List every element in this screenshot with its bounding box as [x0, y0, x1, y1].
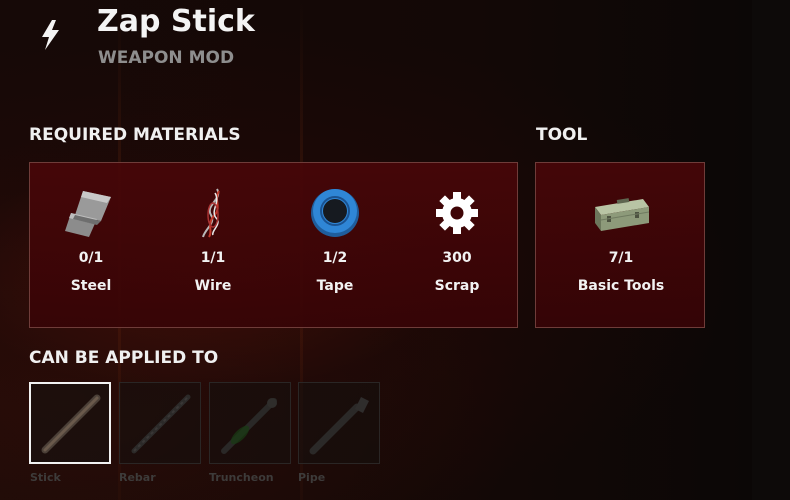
weapon-slot-truncheon[interactable] — [209, 382, 291, 464]
material-count: 1/2 — [322, 250, 348, 266]
tool-heading: TOOL — [536, 125, 588, 145]
weapon-slot-rebar[interactable] — [119, 382, 201, 464]
material-name: Scrap — [434, 278, 480, 294]
weapon-slot-stick[interactable] — [29, 382, 111, 464]
material-wire[interactable]: 1/1 Wire — [152, 163, 274, 329]
steel-icon — [65, 191, 111, 237]
material-tape[interactable]: 1/2 Tape — [274, 163, 396, 329]
weapon-label-pipe: Pipe — [298, 471, 326, 484]
tape-icon — [311, 189, 359, 237]
weapon-label-rebar: Rebar — [119, 471, 156, 484]
item-title: Zap Stick — [97, 4, 255, 39]
weapon-label-truncheon: Truncheon — [209, 471, 274, 484]
stick-icon — [41, 394, 101, 454]
truncheon-icon — [221, 398, 277, 454]
required-materials-panel: 0/1 Steel 1/1 Wire 1/2 Tape 300 Scrap — [29, 162, 518, 328]
material-name: Wire — [194, 278, 232, 294]
material-count: 0/1 — [78, 250, 104, 266]
material-scrap[interactable]: 300 Scrap — [396, 163, 518, 329]
pipe-icon — [309, 397, 369, 455]
tool-count: 7/1 — [608, 250, 634, 266]
lightning-icon — [42, 20, 59, 50]
material-name: Tape — [316, 278, 354, 294]
applicable-heading: CAN BE APPLIED TO — [29, 348, 219, 368]
material-name: Steel — [70, 278, 112, 294]
material-count: 300 — [442, 250, 472, 266]
tool-panel: 7/1 Basic Tools — [535, 162, 705, 328]
tool-name: Basic Tools — [577, 278, 665, 294]
wire-icon — [202, 188, 220, 238]
background-edge — [752, 0, 790, 500]
item-category: WEAPON MOD — [98, 48, 235, 68]
material-steel[interactable]: 0/1 Steel — [30, 163, 152, 329]
rebar-icon — [131, 394, 191, 454]
weapon-label-stick: Stick — [30, 471, 61, 484]
tool-basic-tools[interactable]: 7/1 Basic Tools — [560, 163, 682, 329]
material-count: 1/1 — [200, 250, 226, 266]
required-materials-heading: REQUIRED MATERIALS — [29, 125, 241, 145]
toolbox-icon — [595, 198, 650, 231]
weapon-slot-pipe[interactable] — [298, 382, 380, 464]
scrap-icon — [436, 192, 478, 234]
